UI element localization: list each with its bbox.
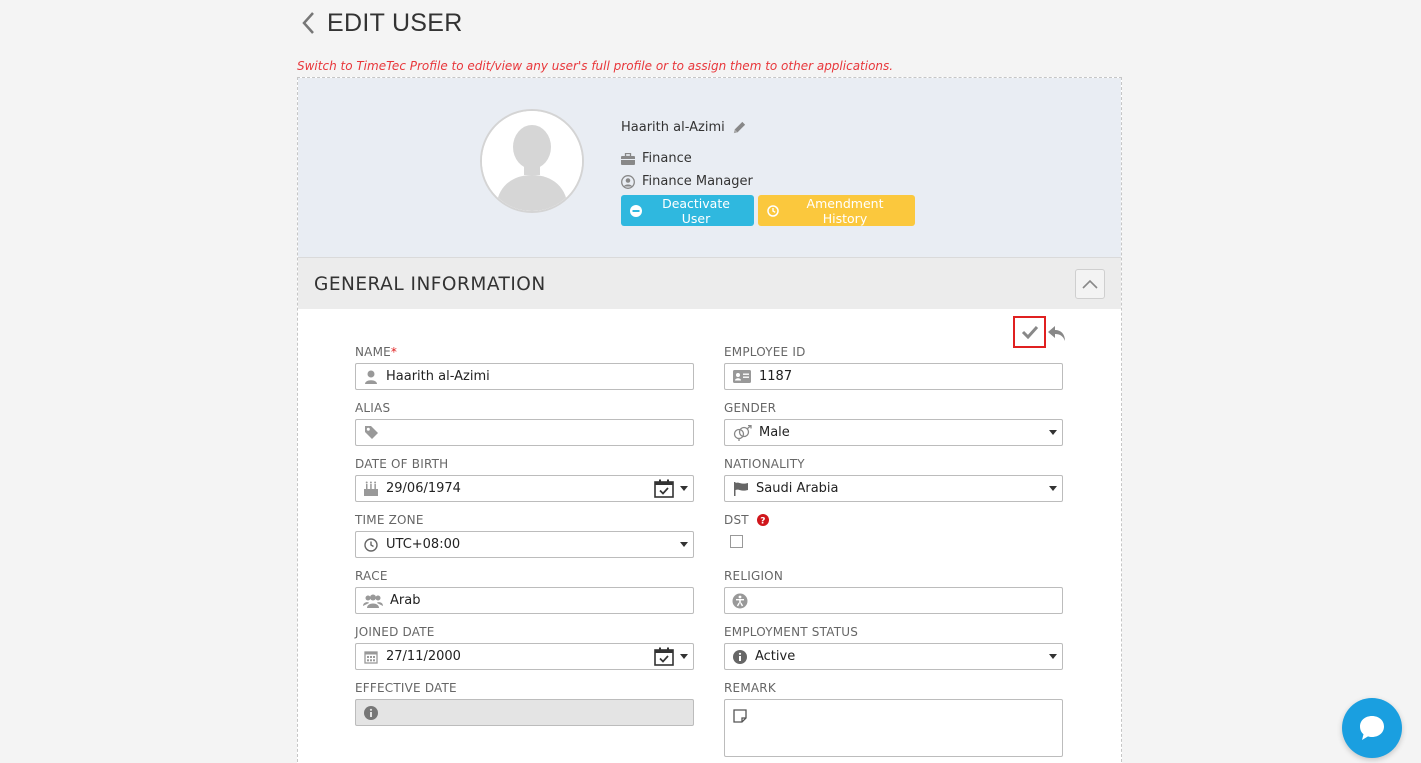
collapse-section-button[interactable]: [1075, 269, 1105, 299]
save-checkmark-icon[interactable]: [1013, 316, 1046, 348]
dst-label-text: DST: [724, 513, 749, 527]
calendar-check-icon[interactable]: [654, 647, 674, 666]
joined-date-dropdown-caret[interactable]: [680, 654, 688, 659]
flag-icon: [725, 481, 756, 496]
name-value: Haarith al-Azimi: [386, 369, 490, 384]
profile-position-row: Finance Manager: [621, 174, 753, 189]
note-icon: [725, 709, 755, 723]
religion-label: RELIGION: [724, 569, 784, 583]
dob-value: 29/06/1974: [386, 481, 461, 496]
calendar-check-icon[interactable]: [654, 479, 674, 498]
gender-icon: [725, 424, 759, 441]
religion-field[interactable]: [724, 587, 1063, 614]
nationality-label: NATIONALITY: [724, 457, 805, 471]
birthday-cake-icon: [356, 481, 386, 496]
section-title: GENERAL INFORMATION: [314, 274, 546, 295]
dob-dropdown-caret[interactable]: [680, 486, 688, 491]
gender-label: GENDER: [724, 401, 777, 415]
clock-icon: [356, 537, 386, 552]
timezone-select[interactable]: UTC+08:00: [355, 531, 694, 558]
employee-id-label: EMPLOYEE ID: [724, 345, 806, 359]
alias-label: ALIAS: [355, 401, 391, 415]
dob-field[interactable]: 29/06/1974: [355, 475, 694, 502]
chevron-down-icon: [1049, 654, 1057, 659]
name-label: NAME*: [355, 345, 397, 359]
deactivate-user-label: Deactivate User: [662, 195, 730, 226]
pencil-icon[interactable]: [732, 120, 747, 135]
gender-value: Male: [759, 425, 790, 440]
user-icon: [356, 370, 386, 384]
dst-checkbox[interactable]: [730, 535, 743, 548]
chevron-down-icon: [680, 542, 688, 547]
deactivate-user-button[interactable]: Deactivate User: [621, 195, 754, 226]
minus-circle-icon: [630, 204, 642, 217]
name-field[interactable]: Haarith al-Azimi: [355, 363, 694, 390]
profile-position: Finance Manager: [642, 174, 753, 189]
required-asterisk: *: [390, 345, 398, 359]
employment-status-value: Active: [755, 649, 796, 664]
profile-department: Finance: [642, 151, 692, 166]
name-label-text: NAME: [355, 345, 391, 359]
user-circle-icon: [621, 174, 635, 189]
race-field[interactable]: Arab: [355, 587, 694, 614]
remark-label: REMARK: [724, 681, 776, 695]
users-icon: [356, 594, 390, 608]
chat-icon: [1360, 716, 1384, 740]
employee-id-field[interactable]: 1187: [724, 363, 1063, 390]
joined-date-label: JOINED DATE: [355, 625, 435, 639]
gender-select[interactable]: Male: [724, 419, 1063, 446]
remark-textarea[interactable]: [724, 699, 1063, 757]
info-icon: [356, 705, 386, 720]
briefcase-icon: [621, 152, 635, 165]
joined-date-value: 27/11/2000: [386, 649, 461, 664]
amendment-history-label: Amendment History: [806, 195, 884, 226]
back-arrow-icon[interactable]: [297, 8, 319, 38]
race-label: RACE: [355, 569, 388, 583]
history-clock-icon: [767, 204, 779, 217]
page-title: EDIT USER: [327, 8, 463, 37]
nationality-select[interactable]: Saudi Arabia: [724, 475, 1063, 502]
nationality-value: Saudi Arabia: [756, 481, 839, 496]
profile-notice: Switch to TimeTec Profile to edit/view a…: [297, 59, 894, 73]
chevron-up-icon: [1082, 279, 1098, 289]
profile-name-row: Haarith al-Azimi: [621, 120, 747, 135]
id-card-icon: [725, 370, 759, 383]
effective-date-label: EFFECTIVE DATE: [355, 681, 457, 695]
calendar-icon: [356, 650, 386, 664]
timezone-label: TIME ZONE: [355, 513, 424, 527]
undo-icon[interactable]: [1047, 323, 1067, 343]
tag-icon: [356, 425, 386, 440]
profile-department-row: Finance: [621, 151, 692, 166]
joined-date-field[interactable]: 27/11/2000: [355, 643, 694, 670]
employee-id-value: 1187: [759, 369, 793, 384]
employment-status-label: EMPLOYMENT STATUS: [724, 625, 859, 639]
employment-status-select[interactable]: Active: [724, 643, 1063, 670]
dob-label: DATE OF BIRTH: [355, 457, 449, 471]
info-icon: [725, 649, 755, 664]
avatar[interactable]: [480, 109, 584, 213]
chevron-down-icon: [1049, 430, 1057, 435]
effective-date-field: [355, 699, 694, 726]
svg-text:?: ?: [760, 516, 765, 526]
page-header: EDIT USER: [297, 6, 463, 40]
profile-name: Haarith al-Azimi: [621, 120, 725, 135]
profile-panel: Haarith al-Azimi Finance Finance Manager…: [298, 78, 1121, 257]
chat-widget-button[interactable]: [1342, 698, 1402, 758]
alias-field[interactable]: [355, 419, 694, 446]
religion-icon: [725, 593, 755, 609]
timezone-value: UTC+08:00: [386, 537, 461, 552]
race-value: Arab: [390, 593, 421, 608]
general-information-header: GENERAL INFORMATION: [298, 257, 1121, 309]
dst-label: DST ?: [724, 513, 769, 527]
chevron-down-icon: [1049, 486, 1057, 491]
edit-user-card: Haarith al-Azimi Finance Finance Manager…: [297, 77, 1122, 763]
question-circle-icon[interactable]: ?: [756, 514, 769, 526]
amendment-history-button[interactable]: Amendment History: [758, 195, 915, 226]
